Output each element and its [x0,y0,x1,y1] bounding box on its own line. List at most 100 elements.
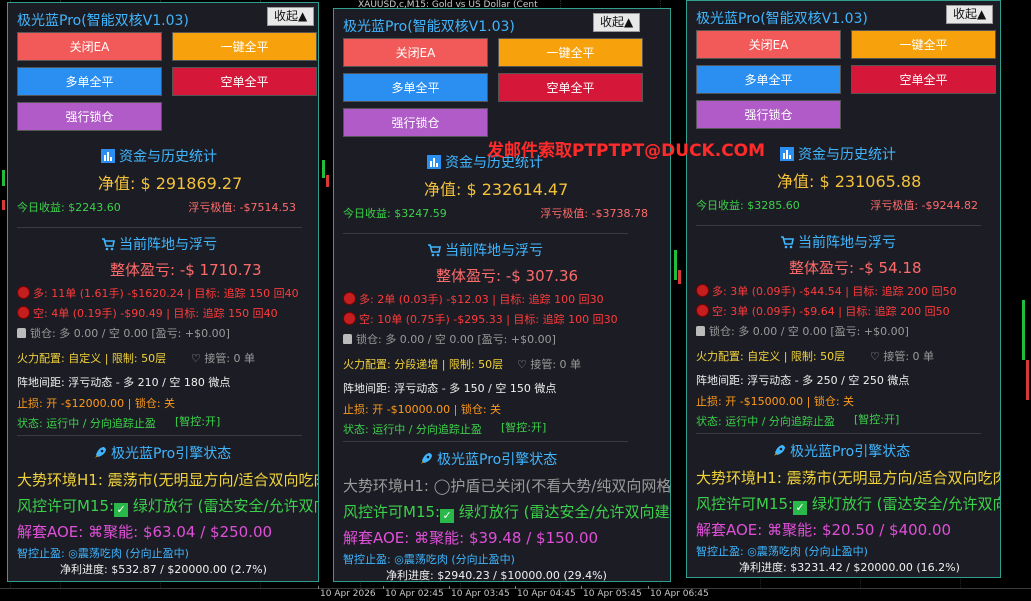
energy-icon: ⌘ [767,521,783,539]
collapse-button[interactable]: 收起▲ [946,5,994,24]
takeover-line: ♡ 接管: 0 单 [870,348,934,364]
time-axis-tick [515,586,516,589]
cart-icon [102,238,115,251]
time-axis-label: 10 Apr 06:45 [650,589,709,599]
candle [2,200,5,210]
short-position-line: 空: 10单 (0.75手) -$295.33 | 目标: 追踪 100 回30 [343,311,618,327]
takeover-text: 接管: 0 单 [883,350,935,363]
time-axis-label: 10 Apr 02:45 [385,589,444,599]
time-axis-label: 10 Apr 05:45 [583,589,642,599]
candle [1022,300,1025,360]
total-pnl: 整体盈亏: -$ 54.18 [789,259,922,277]
fire-config: 火力配置: 自定义 | 限制: 50层 [17,352,167,365]
lock-line: 锁仓: 多 0.00 / 空 0.00 [盈亏: +$0.00] [343,331,556,347]
chart-symbol-strip: XAUUSD,c,M15: Gold vs US Dollar (Cent [358,0,538,8]
status-line: 状态: 运行中 / 分向追踪止盈 [696,415,835,428]
risk-permit-label: 风控许可M15: [17,497,115,515]
profit-progress: 净利进度: $2940.23 / $10000.00 (29.4%) [386,569,607,582]
collapse-button[interactable]: 收起▲ [267,7,315,26]
rocket-icon [774,445,785,456]
time-axis-label: 10 Apr 03:45 [451,589,510,599]
close-ea-button[interactable]: 关闭EA [343,38,488,67]
engine-section-heading: 极光蓝Pro引擎状态 [419,449,557,469]
risk-permit-line: 风控许可M15:✓ 绿灯放行 (雷达安全/允许双向建仓) [343,501,670,523]
today-profit: 今日收益: $2243.60 [17,201,121,214]
time-axis-tick [383,586,384,589]
energy-icon: ⌘ [88,523,104,541]
ea-panel-3: 极光蓝Pro(智能双核V1.03) 收起▲ 关闭EA 一键全平 多单全平 空单全… [686,0,1001,578]
position-section-label: 当前阵地与浮亏 [798,235,896,251]
cart-icon [781,236,794,249]
close-long-button[interactable]: 多单全平 [17,67,162,96]
aoe-line: 解套AOE: ⌘聚能: $20.50 / $400.00 [696,519,951,540]
aoe-text: 聚能: $20.50 / $400.00 [782,521,952,539]
takeover-line: ♡ 接管: 0 单 [517,356,581,372]
long-status-icon [696,284,709,297]
ea-panel-2: 极光蓝Pro(智能双核V1.03) 收起▲ 关闭EA 一键全平 多单全平 空单全… [333,8,671,582]
panel-title: 极光蓝Pro(智能双核V1.03) [343,19,515,35]
short-position-text: 空: 4单 (0.19手) -$90.49 | 目标: 追踪 150 回40 [33,307,278,320]
smart-exit-text: 震荡吃肉 (分向止盈中) [77,547,189,560]
smart-exit-text: 震荡吃肉 (分向止盈中) [756,545,868,558]
close-ea-button[interactable]: 关闭EA [696,30,841,59]
bar-chart-icon [101,149,115,163]
net-value: 净值: $ 231065.88 [777,172,922,191]
trend-line: 大势环境H1: 震荡市(无明显方向/适合双向吃肉) [17,469,318,490]
long-position-text: 多: 3单 (0.09手) -$44.54 | 目标: 追踪 200 回50 [712,285,957,298]
funds-section-heading: 资金与历史统计 [101,146,217,166]
position-section-heading: 当前阵地与浮亏 [780,232,896,252]
smart-control-badge: [智控:开] [501,421,547,434]
aoe-line: 解套AOE: ⌘聚能: $63.04 / $250.00 [17,521,272,542]
close-long-button[interactable]: 多单全平 [343,73,488,102]
close-ea-button[interactable]: 关闭EA [17,32,162,61]
smart-exit-label: 智控止盈: [17,547,65,560]
aoe-label: 解套AOE: [17,523,84,541]
close-short-button[interactable]: 空单全平 [498,73,643,102]
force-lock-button[interactable]: 强行锁仓 [696,100,841,129]
collapse-button[interactable]: 收起▲ [593,13,641,32]
position-section-heading: 当前阵地与浮亏 [101,234,217,254]
short-position-text: 空: 3单 (0.09手) -$9.64 | 目标: 追踪 200 回50 [712,305,950,318]
close-all-button[interactable]: 一键全平 [851,30,996,59]
stoploss-line: 止损: 开 -$10000.00 | 锁仓: 关 [343,403,502,416]
net-value: 净值: $ 232614.47 [424,180,569,199]
close-short-button[interactable]: 空单全平 [172,67,317,96]
handshake-icon: ♡ [191,352,205,365]
today-profit: 今日收益: $3247.59 [343,207,447,220]
profit-progress: 净利进度: $3231.42 / $20000.00 (16.2%) [739,561,960,574]
lock-line: 锁仓: 多 0.00 / 空 0.00 [盈亏: +$0.00] [696,323,909,339]
floating-loss-peak: 浮亏极值: -$7514.53 [188,201,296,214]
aoe-text: 聚能: $39.48 / $150.00 [429,529,599,547]
divider [696,433,981,434]
aoe-label: 解套AOE: [696,521,763,539]
lock-icon [17,328,26,338]
handshake-icon: ♡ [870,350,884,363]
close-all-button[interactable]: 一键全平 [498,38,643,67]
close-all-button[interactable]: 一键全平 [172,32,317,61]
long-position-line: 多: 11单 (1.61手) -$1620.24 | 目标: 追踪 150 回4… [17,285,299,301]
risk-permit-label: 风控许可M15: [696,495,794,513]
candle [322,160,325,178]
fire-config: 火力配置: 分段递增 | 限制: 50层 [343,358,504,371]
force-lock-button[interactable]: 强行锁仓 [17,102,162,131]
candle [326,175,329,187]
trend-text: 大势环境H1: ◯护盾已关闭(不看大势/纯双向网格) [343,477,671,495]
fire-config: 火力配置: 自定义 | 限制: 50层 [696,350,846,363]
position-section-label: 当前阵地与浮亏 [445,243,543,259]
long-status-icon [17,286,30,299]
total-pnl: 整体盈亏: -$ 307.36 [436,267,579,285]
cart-icon [428,244,441,257]
risk-permit-label: 风控许可M15: [343,503,441,521]
smart-exit-line: 智控止盈: ◎震荡吃肉 (分向止盈中) [17,545,189,561]
force-lock-button[interactable]: 强行锁仓 [343,108,488,137]
engine-section-heading: 极光蓝Pro引擎状态 [93,443,231,463]
close-short-button[interactable]: 空单全平 [851,65,996,94]
risk-permit-line: 风控许可M15:✓ 绿灯放行 (雷达安全/允许双向建仓) [17,495,318,517]
time-axis [0,588,1031,601]
short-status-icon [17,306,30,319]
smart-exit-label: 智控止盈: [343,553,391,566]
close-long-button[interactable]: 多单全平 [696,65,841,94]
long-position-line: 多: 2单 (0.03手) -$12.03 | 目标: 追踪 100 回30 [343,291,604,307]
funds-section-heading: 资金与历史统计 [780,144,896,164]
today-profit: 今日收益: $3285.60 [696,199,800,212]
